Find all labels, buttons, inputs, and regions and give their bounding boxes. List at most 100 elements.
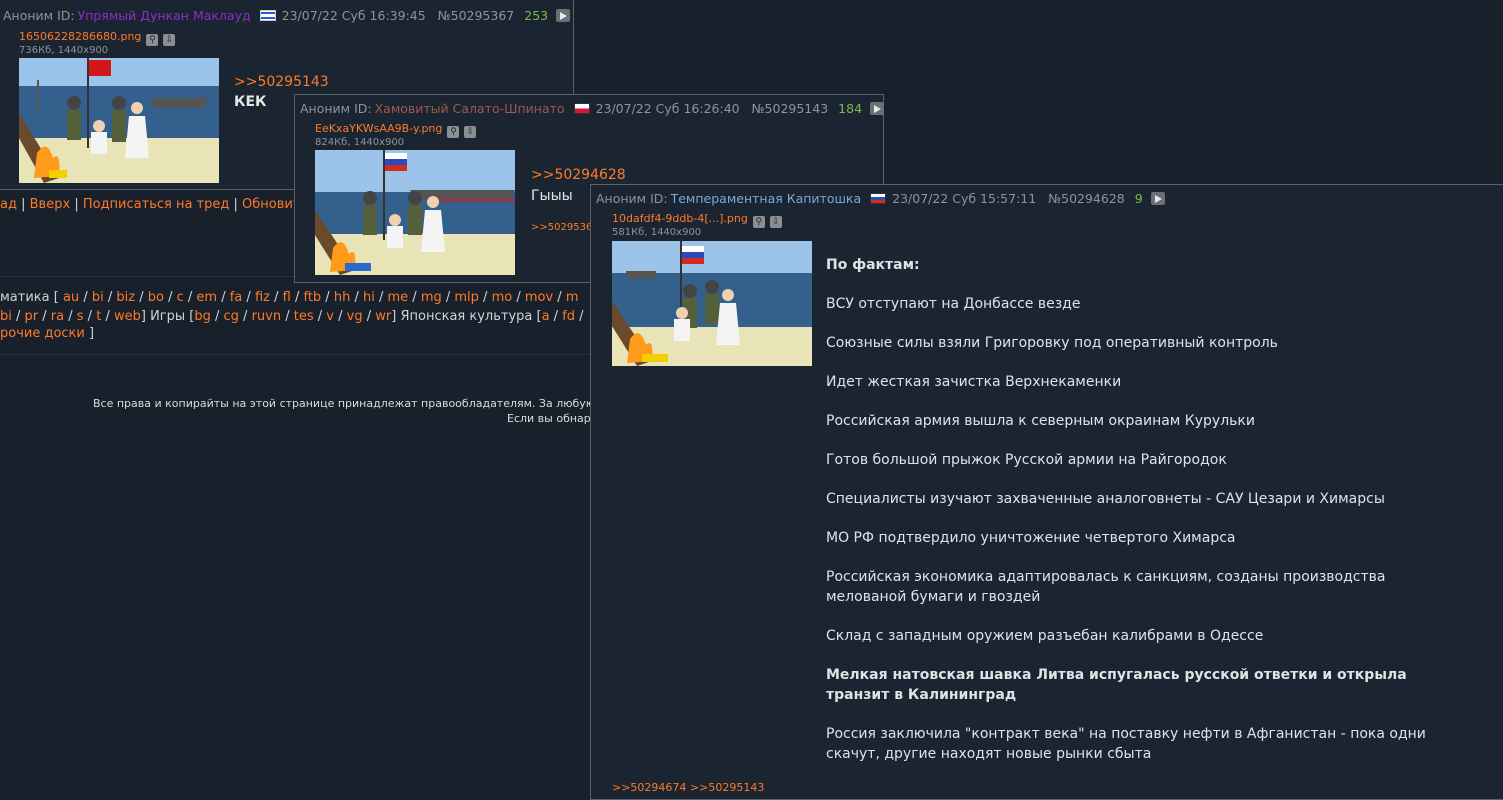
board-link-line2-0[interactable]: pr [25,309,39,324]
board-link-line1-7[interactable]: fiz [255,290,270,305]
message-line: По фактам: [826,257,920,273]
message-line: МО РФ подтвердило уничтожение четвертого… [826,530,1236,546]
divider [0,354,600,355]
board-link-line2-2[interactable]: s [77,309,84,324]
poster-name: Упрямый Дункан Маклауд [77,8,251,23]
board-link-games-1[interactable]: cg [224,309,239,324]
reply-link[interactable]: >>50295143 [234,74,329,90]
board-list-line-3: рочие доски ] [0,326,95,341]
russia-flag-icon [870,193,887,204]
post-datetime: 23/07/22 Суб 16:39:45 [281,8,426,23]
board-link-japan-1[interactable]: fd [562,309,575,324]
board-link-line1-10[interactable]: hh [334,290,350,305]
post-text: КЕК [234,94,267,110]
download-icon[interactable]: ⇩ [163,34,176,46]
board-link-line1-4[interactable]: c [177,290,184,305]
search-icon[interactable]: ⚲ [752,216,765,228]
board-link-line1-6[interactable]: fa [230,290,243,305]
post-number[interactable]: №50295143 [752,101,829,116]
file-link: 10dafdf4-9ddb-4[...].png ⚲ ⇩ [612,212,782,228]
search-icon[interactable]: ⚲ [146,34,159,46]
board-link-line1-8[interactable]: fl [283,290,291,305]
file-link: 16506228286680.png ⚲ ⇩ [19,30,176,46]
post-image[interactable] [315,150,515,275]
file-meta: 824Кб, 1440x900 [315,137,405,148]
other-boards-link[interactable]: рочие доски [0,326,85,341]
board-link-line1-13[interactable]: mg [421,290,442,305]
nav-subscribe-link[interactable]: Подписаться на тред [83,197,230,212]
message-line: Российская экономика адаптировалась к са… [826,569,1386,605]
board-link-games-6[interactable]: wr [375,309,391,324]
post-datetime: 23/07/22 Суб 15:57:11 [892,191,1037,206]
board-link-line1-9[interactable]: ftb [303,290,321,305]
nav-top-link[interactable]: Вверх [30,197,71,212]
download-icon[interactable]: ⇩ [464,126,477,138]
board-link-line1-2[interactable]: biz [116,290,135,305]
message-line: Идет жесткая зачистка Верхнекаменки [826,374,1122,390]
poland-flag-icon [573,103,590,114]
post-replies[interactable]: >>50294674 >>50295143 [612,781,764,794]
board-link-line1-0[interactable]: au [63,290,79,305]
message-line: Готов большой прыжок Русской армии на Ра… [826,452,1227,468]
board-link-start[interactable]: bi [0,309,12,324]
reply-link[interactable]: >>50294628 [531,167,626,183]
post-number[interactable]: №50295367 [438,8,515,23]
post-datetime: 23/07/22 Суб 16:26:40 [595,101,740,116]
board-link-line1-16[interactable]: mov [525,290,553,305]
post-count: 253 [524,8,549,23]
board-link-line1-12[interactable]: me [387,290,408,305]
play-icon[interactable] [556,9,571,22]
post-header: Аноним ID: Темпераментная Капитошка 23/07/… [596,191,1165,206]
poster-name: Темпераментная Капитошка [670,191,862,206]
board-link-line1-3[interactable]: bo [148,290,164,305]
post-message: По фактам: ВСУ отступают на Донбассе вез… [826,255,1446,783]
thread-nav: ад | Вверх | Подписаться на тред | Обнов… [0,197,309,212]
post-text: Гыыы [531,188,573,204]
board-list-line-2: bi / pr / ra / s / t / web] Игры [bg / c… [0,309,584,324]
message-line: Союзные силы взяли Григоровку под операт… [826,335,1278,351]
play-icon[interactable] [1150,192,1165,205]
post-header: Аноним ID: Упрямый Дункан Маклауд 23/07/22… [3,8,571,23]
footer-copyright: Все права и копирайты на этой странице п… [93,397,613,410]
board-link-japan-0[interactable]: a [542,309,550,324]
message-line: Российская армия вышла к северным окраин… [826,413,1255,429]
post-replies[interactable]: >>50295367 [531,222,599,233]
games-label: ] Игры [ [140,309,195,324]
board-link-line1-17[interactable]: m [566,290,579,305]
post-number[interactable]: №50294628 [1048,191,1125,206]
search-icon[interactable]: ⚲ [447,126,460,138]
file-meta: 736Кб, 1440x900 [19,45,109,56]
israel-flag-icon [259,10,276,21]
poster-name: Хамовитый Салато-Шпинато [374,101,565,116]
board-link-line2-4[interactable]: web [114,309,141,324]
footer-contact: Если вы обнар [507,412,591,425]
board-link-line1-14[interactable]: mlp [454,290,479,305]
board-link-games-0[interactable]: bg [194,309,211,324]
post-header: Аноним ID: Хамовитый Салато-Шпинато 23/07/… [300,101,885,116]
board-link-line2-1[interactable]: ra [51,309,64,324]
board-link-games-3[interactable]: tes [294,309,314,324]
board-list-line-1: матика [ au / bi / biz / bo / c / em / f… [0,290,579,305]
post-50294628: Аноним ID: Темпераментная Капитошка 23/07/… [590,184,1503,800]
message-line: Склад с западным оружием разъебан калибр… [826,628,1264,644]
board-link-games-2[interactable]: ruvn [252,309,282,324]
download-icon[interactable]: ⇩ [769,216,782,228]
file-meta: 581Кб, 1440x900 [612,227,702,238]
board-link-games-4[interactable]: v [326,309,334,324]
file-link: EeKxaYKWsAA9B-y.png ⚲ ⇩ [315,122,477,138]
board-link-line1-1[interactable]: bi [92,290,104,305]
message-line: Россия заключила "контракт века" на пост… [826,726,1426,762]
board-link-games-5[interactable]: vg [347,309,363,324]
play-icon[interactable] [870,102,885,115]
message-line: ВСУ отступают на Донбассе везде [826,296,1081,312]
nav-back-link[interactable]: ад [0,197,17,212]
board-link-line1-15[interactable]: mo [492,290,513,305]
message-line: Специалисты изучают захваченные аналогов… [826,491,1385,507]
board-link-line1-5[interactable]: em [196,290,217,305]
japan-label: ] Японская культура [ [391,309,542,324]
board-link-line1-11[interactable]: hi [363,290,375,305]
post-count: 184 [838,101,863,116]
post-image[interactable] [19,58,219,183]
post-count: 9 [1134,191,1143,206]
post-image[interactable] [612,241,812,366]
